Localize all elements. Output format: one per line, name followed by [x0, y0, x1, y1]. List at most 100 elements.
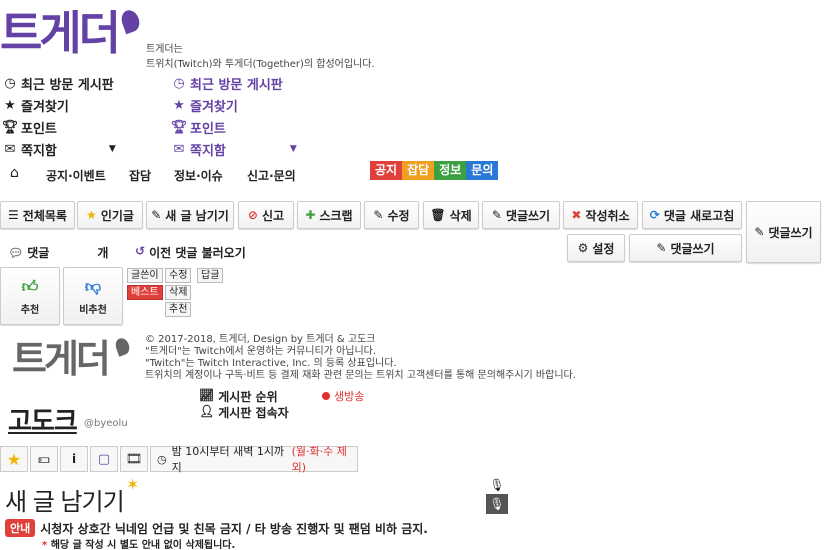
- footer-text: © 2017-2018, 트게더, Design by 트게더 & 고도크 "트…: [145, 334, 576, 381]
- category-tags: 공지 잡담 정보 문의: [370, 161, 499, 180]
- channel-name[interactable]: 고도크: [8, 401, 78, 438]
- all-list-button[interactable]: ☰ 전체목록: [0, 201, 75, 229]
- menu-recent[interactable]: ◷ 최근 방문 게시판: [3, 72, 116, 94]
- pencil-icon: ✎: [754, 225, 765, 239]
- pencil-icon: ✎: [373, 208, 384, 222]
- nav-chat[interactable]: 잡담: [129, 167, 151, 184]
- scrap-button[interactable]: ✚ 스크랩: [297, 201, 361, 229]
- menu-messages[interactable]: ✉ 쪽지함 ▼: [3, 138, 116, 160]
- notice-badge: 안내: [5, 519, 36, 537]
- menu-points[interactable]: 🏆︎ 포인트: [1, 116, 116, 138]
- menu-label: 즐겨찾기: [21, 99, 69, 115]
- menu-label: 포인트: [190, 121, 226, 137]
- tag-chat[interactable]: 잡담: [402, 161, 435, 180]
- gears-icon: ⚙: [577, 241, 589, 255]
- video-icon[interactable]: 🎞︎: [120, 446, 148, 472]
- menu-label: 즐겨찾기: [190, 99, 238, 115]
- menu-label: 최근 방문 게시판: [190, 77, 283, 93]
- new-post-button[interactable]: ✎ 새 글 남기기: [146, 201, 234, 229]
- intro-line-2: 트위치(Twitch)와 투게더(Together)의 합성어입니다.: [146, 59, 375, 70]
- delete-button[interactable]: 🗑︎ 삭제: [423, 201, 479, 229]
- mini-delete-button[interactable]: 삭제: [165, 285, 192, 300]
- microphone-icon[interactable]: 🎙︎: [488, 476, 506, 494]
- list-icon: ☰: [8, 208, 19, 222]
- thumbs-up-icon: 👍︎: [21, 276, 39, 296]
- downvote-button[interactable]: 👎︎ 비추천: [63, 267, 123, 325]
- star-icon: ★: [173, 97, 185, 113]
- menu-label: 쪽지함: [21, 143, 57, 159]
- user-icon: 👤︎: [199, 404, 215, 418]
- history-icon: ↺: [135, 244, 146, 258]
- board-ranking-link[interactable]: 📈︎ 게시판 순위: [199, 388, 278, 405]
- mini-edit-button[interactable]: 수정: [165, 268, 192, 283]
- trash-icon: 🗑︎: [430, 208, 446, 222]
- broadcast-schedule: ◷ 밤 10시부터 새벽 1시까지 (월·화·수 제외): [150, 445, 358, 474]
- home-icon[interactable]: ⌂: [10, 165, 19, 181]
- favorite-star-icon[interactable]: ★: [0, 446, 28, 472]
- compose-notice: 안내 시청자 상호간 닉네임 언급 및 친목 금지 / 타 방송 진행자 및 팬…: [5, 519, 428, 537]
- best-badge: 베스트: [127, 285, 163, 300]
- menu-messages[interactable]: ✉ 쪽지함 ▼: [172, 138, 297, 160]
- thumbs-down-icon: 👎︎: [84, 276, 102, 296]
- trophy-icon: 🏆︎: [170, 119, 188, 135]
- plus-icon: ✚: [305, 208, 316, 222]
- menu-favorites[interactable]: ★ 즐겨찾기: [3, 94, 116, 116]
- donation-icon[interactable]: 💵︎: [30, 446, 58, 472]
- refresh-icon: ⟳: [649, 208, 660, 222]
- board-visitors-link[interactable]: 👤︎ 게시판 접속자: [199, 404, 289, 421]
- load-prev-comments-link[interactable]: ↺ 이전 댓글 불러오기: [135, 244, 246, 261]
- clock-icon: ◷: [157, 452, 167, 466]
- nav-info[interactable]: 정보·이슈: [174, 167, 223, 184]
- menu-points[interactable]: 🏆︎ 포인트: [170, 116, 297, 138]
- envelope-icon: ✉: [4, 141, 16, 157]
- pencil-icon: ✎: [656, 241, 667, 255]
- clock-icon: ◷: [173, 75, 185, 91]
- pencil-icon: ✎: [151, 208, 162, 222]
- user-menu-right: ◷ 최근 방문 게시판 ★ 즐겨찾기 🏆︎ 포인트 ✉ 쪽지함 ▼: [170, 72, 297, 160]
- logo-dot: [118, 7, 143, 35]
- sparkle-icon: ✶: [126, 475, 140, 494]
- site-logo[interactable]: 트게더: [0, 10, 121, 56]
- compose-warning: * 해당 글 작성 시 별도 안내 없이 삭제됩니다.: [42, 540, 236, 550]
- info-icon[interactable]: i: [60, 446, 88, 472]
- star-icon: ★: [4, 97, 16, 113]
- footer-logo: 트게더: [12, 337, 111, 381]
- tag-inquiry[interactable]: 문의: [466, 161, 499, 180]
- compose-title: 새 글 남기기: [5, 488, 125, 516]
- tag-notice[interactable]: 공지: [370, 161, 403, 180]
- comment-write-button-2[interactable]: ✎ 댓글쓰기: [629, 234, 742, 262]
- envelope-icon: ✉: [173, 141, 185, 157]
- menu-label: 최근 방문 게시판: [21, 77, 114, 93]
- comment-write-button[interactable]: ✎ 댓글쓰기: [482, 201, 560, 229]
- microphone-active-icon[interactable]: 🎙︎: [486, 494, 508, 514]
- live-status[interactable]: 생방송: [322, 388, 364, 404]
- mini-reply-button[interactable]: 답글: [197, 268, 224, 283]
- channel-handle: @byeolu: [84, 418, 128, 429]
- author-badge: 글쓴이: [127, 268, 163, 283]
- nav-notice[interactable]: 공지·이벤트: [46, 167, 106, 184]
- mini-recommend-button[interactable]: 추천: [165, 302, 192, 317]
- footer-logo-dot: [113, 336, 132, 357]
- tag-info[interactable]: 정보: [434, 161, 467, 180]
- intro-line-1: 트게더는: [146, 44, 183, 55]
- upvote-button[interactable]: 👍︎ 추천: [0, 267, 60, 325]
- twitch-icon[interactable]: ▢: [90, 446, 118, 472]
- chart-line-icon: 📈︎: [199, 388, 215, 402]
- menu-favorites[interactable]: ★ 즐겨찾기: [172, 94, 297, 116]
- caret-down-icon[interactable]: ▼: [109, 144, 116, 154]
- settings-button[interactable]: ⚙ 설정: [567, 234, 625, 262]
- nav-report[interactable]: 신고·문의: [247, 167, 296, 184]
- comment-write-side-button[interactable]: ✎ 댓글쓰기: [746, 201, 821, 263]
- menu-recent[interactable]: ◷ 최근 방문 게시판: [172, 72, 297, 94]
- comment-count: 💬︎ 댓글 개: [8, 245, 109, 261]
- cancel-write-button[interactable]: ✖ 작성취소: [563, 201, 638, 229]
- popular-button[interactable]: ★ 인기글: [77, 201, 143, 229]
- refresh-comments-button[interactable]: ⟳ 댓글 새로고침: [642, 201, 742, 229]
- trophy-icon: 🏆︎: [1, 119, 19, 135]
- comment-icon: 💬︎: [8, 245, 24, 260]
- caret-down-icon[interactable]: ▼: [290, 144, 297, 154]
- edit-button[interactable]: ✎ 수정: [364, 201, 419, 229]
- report-button[interactable]: ⊘ 신고: [238, 201, 294, 229]
- ban-icon: ⊘: [247, 208, 258, 222]
- user-menu-left: ◷ 최근 방문 게시판 ★ 즐겨찾기 🏆︎ 포인트 ✉ 쪽지함 ▼: [1, 72, 116, 160]
